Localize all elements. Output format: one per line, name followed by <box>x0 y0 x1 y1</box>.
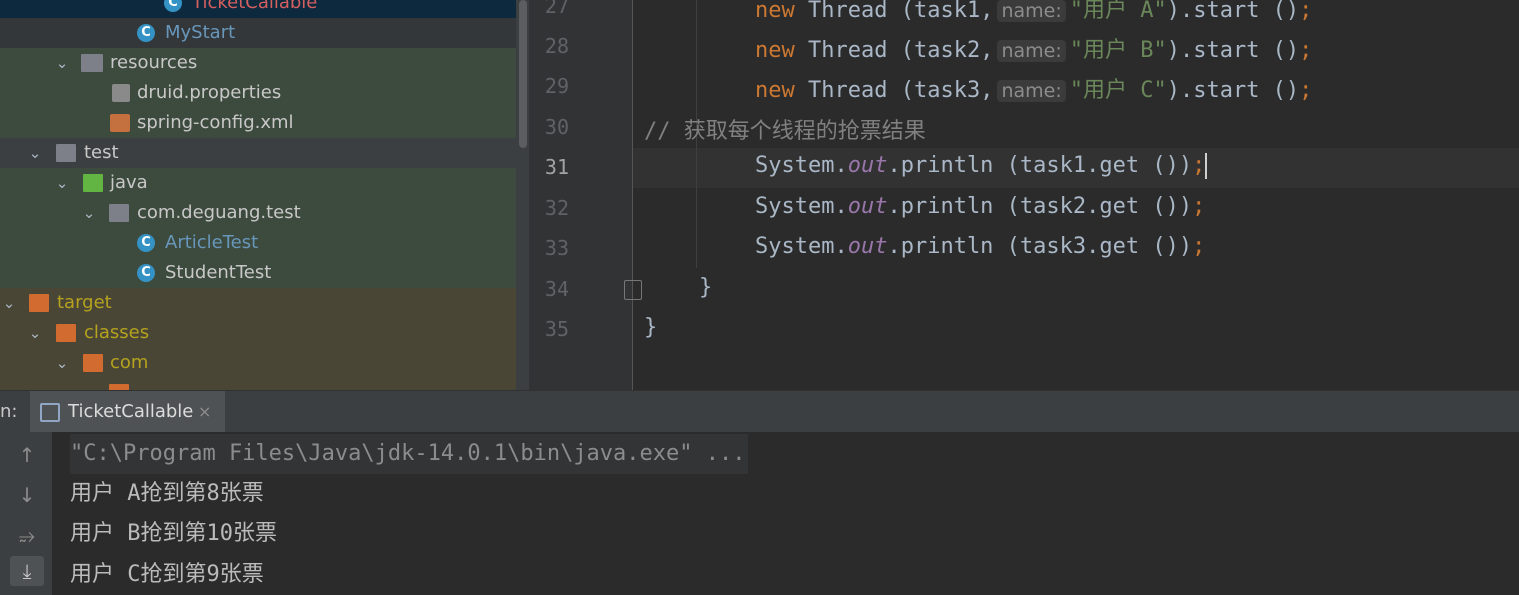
tree-item-test[interactable]: ⌄ test <box>0 138 516 168</box>
line-number: 28 <box>544 34 569 58</box>
tree-item-classes[interactable]: ⌄ classes <box>0 318 516 348</box>
chevron-down-icon[interactable]: ⌄ <box>53 168 71 198</box>
properties-file-icon <box>112 84 130 102</box>
chevron-down-icon[interactable]: ⌄ <box>26 318 44 348</box>
arrow-up-icon[interactable]: ↑ <box>10 440 44 470</box>
tree-item-partial <box>0 378 516 390</box>
code-line-27: new Thread (task1, name: "用户 A").start (); <box>755 0 1313 23</box>
code-line-34: } <box>699 275 713 300</box>
line-number: 27 <box>544 0 569 18</box>
code-line-35: } <box>644 315 658 340</box>
tree-item-resources[interactable]: ⌄ resources <box>0 48 516 78</box>
run-toolbar: n: TicketCallable × <box>0 390 1519 433</box>
scroll-to-end-icon[interactable]: ⤓ <box>10 556 44 586</box>
tree-item-package[interactable]: ⌄ com.deguang.test <box>0 198 516 228</box>
line-number: 33 <box>544 236 569 260</box>
tree-item-druid-properties[interactable]: druid.properties <box>0 78 516 108</box>
package-icon <box>109 204 129 222</box>
excluded-folder-icon <box>56 324 76 342</box>
ide-window: C TicketCallable C MyStart ⌄ resources d… <box>0 0 1519 595</box>
line-number: 29 <box>544 74 569 98</box>
tree-item-spring-config[interactable]: spring-config.xml <box>0 108 516 138</box>
console-command-line: "C:\Program Files\Java\jdk-14.0.1\bin\ja… <box>70 434 748 474</box>
class-icon: C <box>137 234 155 252</box>
resources-folder-icon <box>81 54 103 72</box>
class-icon: C <box>137 264 155 282</box>
tree-item-com[interactable]: ⌄ com <box>0 348 516 378</box>
console-icon <box>40 403 60 422</box>
line-number: 34 <box>544 277 569 301</box>
fold-marker-icon[interactable] <box>624 280 642 300</box>
code-line-31: System.out.println (task1.get ()); <box>755 153 1208 179</box>
console-toolbar: ↑ ↓ ⥴ ⤓ <box>0 432 52 595</box>
chevron-down-icon[interactable]: ⌄ <box>53 348 71 378</box>
code-line-33: System.out.println (task3.get ()); <box>755 234 1206 259</box>
line-number: 30 <box>544 115 569 139</box>
parameter-hint: name: <box>997 0 1066 22</box>
folder-icon <box>56 144 76 162</box>
tree-item-target[interactable]: ⌄ target <box>0 288 516 318</box>
run-console[interactable]: ↑ ↓ ⥴ ⤓ "C:\Program Files\Java\jdk-14.0.… <box>0 432 1519 595</box>
class-icon: C <box>137 24 155 42</box>
gutter-divider <box>632 0 633 390</box>
soft-wrap-icon[interactable]: ⥴ <box>10 520 44 550</box>
test-source-folder-icon <box>83 174 103 192</box>
chevron-down-icon[interactable]: ⌄ <box>26 138 44 168</box>
run-label: n: <box>0 401 18 422</box>
parameter-hint: name: <box>997 40 1066 62</box>
close-icon[interactable]: × <box>198 391 211 433</box>
console-output-line: 用户 A抢到第8张票 <box>70 481 264 506</box>
chevron-down-icon[interactable]: ⌄ <box>80 198 98 228</box>
line-number: 32 <box>544 196 569 220</box>
tree-item-ticketcallable[interactable]: C TicketCallable <box>0 0 516 18</box>
tree-item-studenttest[interactable]: C StudentTest <box>0 258 516 288</box>
run-tab-ticketcallable[interactable]: TicketCallable × <box>30 391 225 433</box>
tree-item-java[interactable]: ⌄ java <box>0 168 516 198</box>
project-tree: C TicketCallable C MyStart ⌄ resources d… <box>0 0 529 390</box>
tree-item-articletest[interactable]: C ArticleTest <box>0 228 516 258</box>
code-comment: // 获取每个线程的抢票结果 <box>644 119 926 144</box>
chevron-down-icon[interactable]: ⌄ <box>53 48 71 78</box>
arrow-down-icon[interactable]: ↓ <box>10 480 44 510</box>
excluded-folder-icon <box>83 354 103 372</box>
line-number: 35 <box>544 317 569 341</box>
line-number: 31 <box>544 155 569 179</box>
chevron-down-icon[interactable]: ⌄ <box>0 288 18 318</box>
class-icon: C <box>164 0 182 12</box>
console-output-line: 用户 C抢到第9张票 <box>70 562 264 587</box>
tree-scrollbar[interactable] <box>516 0 529 390</box>
excluded-folder-icon <box>29 294 49 312</box>
code-line-28: new Thread (task2, name: "用户 B").start (); <box>755 38 1313 63</box>
code-line-29: new Thread (task3, name: "用户 C").start (); <box>755 78 1313 103</box>
tree-scrollbar-thumb[interactable] <box>519 0 527 148</box>
code-editor[interactable]: 27 28 29 30 31 32 33 34 35 new Thread (t… <box>529 0 1519 390</box>
xml-file-icon <box>110 114 130 132</box>
text-caret <box>1205 153 1208 179</box>
tree-item-mystart[interactable]: C MyStart <box>0 18 516 48</box>
console-output-line: 用户 B抢到第10张票 <box>70 521 277 546</box>
parameter-hint: name: <box>997 80 1066 102</box>
code-line-32: System.out.println (task2.get ()); <box>755 194 1206 219</box>
